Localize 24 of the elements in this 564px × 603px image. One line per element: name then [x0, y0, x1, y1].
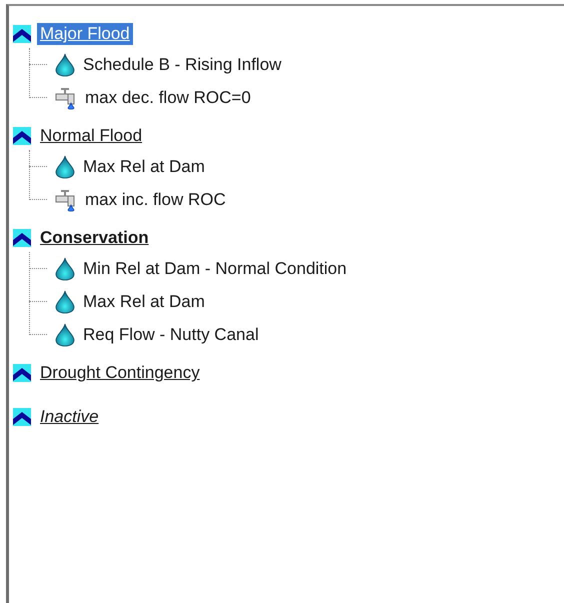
rule-label[interactable]: Max Rel at Dam [83, 288, 205, 314]
zone-icon [13, 364, 31, 382]
rule-label[interactable]: Schedule B - Rising Inflow [83, 52, 282, 78]
drop-icon [55, 290, 75, 314]
zone-link[interactable]: Major Flood [37, 23, 133, 45]
zone-icon [13, 408, 31, 426]
zone-icon [13, 229, 31, 247]
zone-icon [13, 25, 31, 43]
drop-icon [55, 256, 75, 280]
rule-label[interactable]: max dec. flow ROC=0 [85, 84, 251, 110]
zone-link[interactable]: Conservation [37, 227, 152, 249]
rule-label[interactable]: Min Rel at Dam - Normal Condition [83, 256, 347, 282]
zone-link[interactable]: Inactive [37, 406, 102, 428]
faucet-icon [55, 188, 77, 212]
rule-label[interactable]: max inc. flow ROC [85, 186, 226, 212]
rule-label[interactable]: Req Flow - Nutty Canal [83, 322, 259, 348]
drop-icon [55, 52, 75, 76]
zone-icon [13, 127, 31, 145]
rule-label[interactable]: Max Rel at Dam [83, 154, 205, 180]
drop-icon [55, 154, 75, 178]
zone-link[interactable]: Normal Flood [37, 125, 146, 147]
zone-link[interactable]: Drought Contingency [37, 362, 203, 384]
faucet-icon [55, 86, 77, 110]
drop-icon [55, 322, 75, 346]
